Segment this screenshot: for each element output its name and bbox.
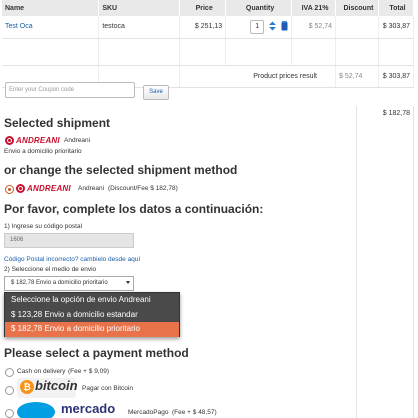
item-quantity-cell: 1: [225, 16, 293, 39]
item-sku: testoca: [98, 16, 181, 39]
andreani-mark-icon: [16, 184, 25, 193]
col-quantity: Quantity: [225, 0, 293, 16]
col-price: Price: [179, 0, 227, 16]
andreani-radio[interactable]: [5, 185, 14, 194]
chevron-down-icon: [126, 281, 130, 284]
shipping-total: $ 182,78: [382, 110, 410, 117]
mercadopago-label: MercadoPago: [128, 409, 169, 416]
payment-method-title: Please select a payment method: [4, 346, 189, 360]
dropdown-option[interactable]: $ 123,28 Envio a domicilio estandar: [5, 308, 179, 323]
item-discount: [335, 16, 379, 39]
col-discount: Discount: [335, 0, 379, 16]
coupon-area: Enter your Coupon code Save: [2, 80, 414, 106]
cod-label: Cash on delivery: [17, 368, 66, 375]
selected-shipment-desc: Envio a domicilio prioritario: [4, 148, 82, 155]
col-total: Total: [378, 0, 415, 16]
mercadopago-logo: mercado: [17, 401, 127, 418]
andreani-logo: ANDREANI: [5, 136, 60, 145]
cod-fee: (Fee + $ 9,09): [68, 368, 110, 375]
andreani-option-logo: ANDREANI: [16, 184, 71, 193]
col-iva: IVA 21%: [291, 0, 336, 16]
mercadopago-radio[interactable]: [5, 409, 14, 418]
refresh-icon[interactable]: [268, 21, 277, 33]
dropdown-option-selected[interactable]: $ 182,78 Envio a domicilio prioritario: [5, 322, 179, 337]
mercadopago-fee: (Fee + $ 48,57): [172, 409, 217, 416]
coupon-save-button[interactable]: Save: [143, 85, 169, 100]
item-price: $ 251,13: [179, 16, 227, 39]
cod-radio[interactable]: [5, 368, 14, 377]
cart-item-row: Test Oca testoca $ 251,13 1 $ 52,74 $ 30…: [2, 16, 415, 39]
cart-header-row: Name SKU Price Quantity IVA 21% Discount…: [2, 0, 415, 16]
col-name: Name: [2, 0, 100, 16]
handshake-icon: [17, 402, 55, 418]
col-sku: SKU: [98, 0, 181, 16]
bitcoin-label: Pagar con Bitcoin: [82, 385, 133, 392]
shipment-option-detail: (Discount/Fee $ 182,78): [108, 185, 178, 192]
item-name[interactable]: Test Oca: [2, 16, 100, 39]
postal-code-input[interactable]: 1606: [4, 233, 134, 248]
selected-shipment-title: Selected shipment: [4, 116, 111, 130]
item-total: $ 303,87: [378, 16, 415, 39]
bitcoin-icon: ₿: [20, 380, 34, 394]
change-postal-link[interactable]: Código Postal incorrecto? cambielo desde…: [4, 256, 140, 263]
shipping-method-dropdown: Seleccione la opción de envio Andreani $…: [4, 292, 180, 337]
shipping-method-select[interactable]: $ 182,78 Envio a domicilio prioritario: [4, 276, 134, 291]
quantity-input[interactable]: 1: [250, 19, 265, 34]
shipment-option-name: Andreani: [78, 185, 105, 192]
andreani-mark-icon: [5, 136, 14, 145]
item-iva: $ 52,74: [291, 16, 336, 39]
postal-code-label: 1) Ingrese su código postal: [4, 223, 83, 230]
cart-spacer-row: [2, 38, 415, 66]
dropdown-option[interactable]: Seleccione la opción de envio Andreani: [5, 293, 179, 308]
complete-data-title: Por favor, complete los datos a continua…: [4, 202, 264, 216]
cart-table: Name SKU Price Quantity IVA 21% Discount…: [2, 0, 415, 88]
coupon-input[interactable]: Enter your Coupon code: [5, 82, 135, 98]
shipping-total-column: $ 182,78: [356, 106, 414, 418]
bitcoin-logo: ₿ bitcoin: [17, 378, 78, 398]
change-shipment-title: or change the selected shipment method: [4, 163, 238, 177]
shipping-method-label: 2) Seleccione el medio de envio: [4, 266, 97, 273]
selected-carrier: Andreani: [64, 137, 91, 144]
delete-icon[interactable]: [281, 20, 288, 33]
bitcoin-radio[interactable]: [5, 386, 14, 395]
